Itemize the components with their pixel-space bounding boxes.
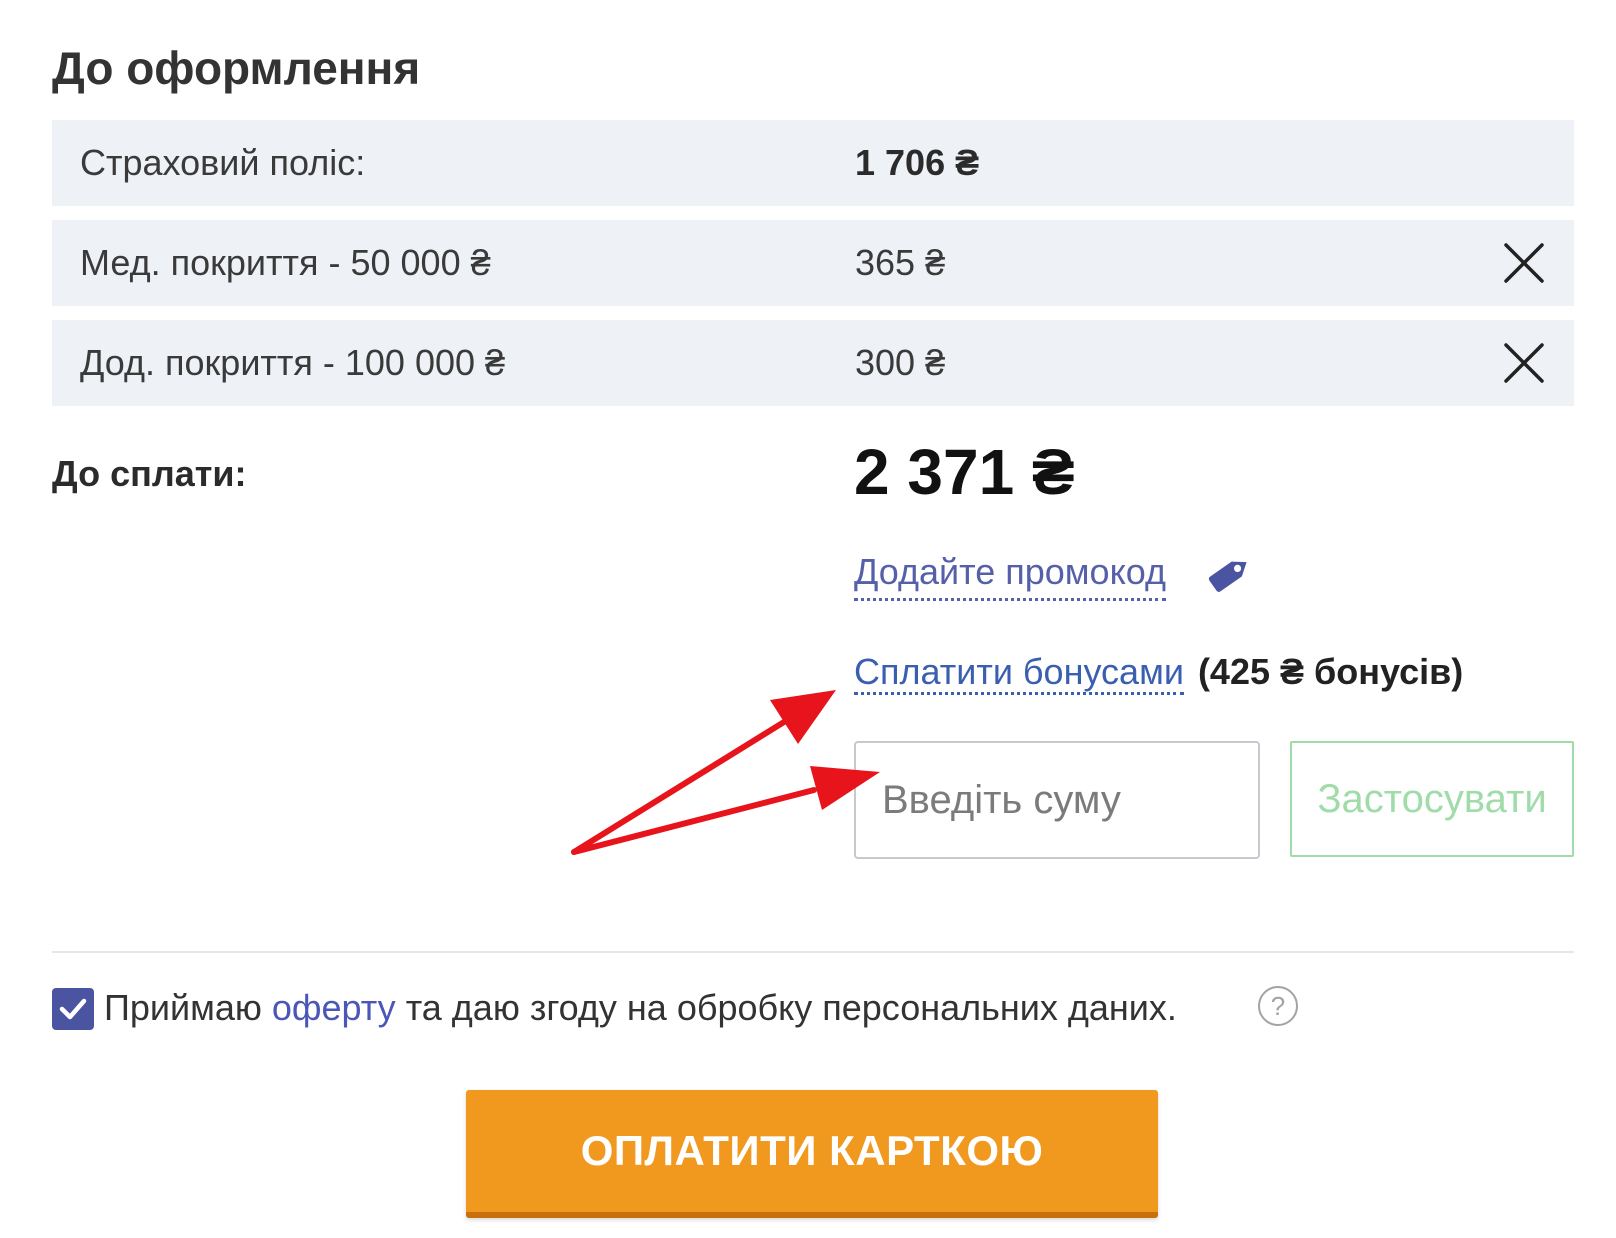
divider (52, 951, 1574, 953)
offer-link[interactable]: оферту (272, 987, 396, 1028)
line-item-value: 300 ₴ (855, 342, 946, 383)
line-item-label: Дод. покриття - 100 000 ₴ (80, 342, 506, 383)
help-icon[interactable]: ? (1258, 986, 1298, 1026)
close-icon[interactable] (1502, 241, 1546, 285)
total-label: До сплати: (52, 453, 247, 494)
line-item-label: Страховий поліс: (80, 142, 366, 183)
bonus-amount-input[interactable] (854, 741, 1260, 859)
apply-button[interactable]: Застосувати (1290, 741, 1574, 857)
bonus-line: Сплатити бонусами (425 ₴ бонусів) (854, 646, 1463, 698)
arrow-to-bonus-link (571, 690, 836, 855)
line-item-value: 365 ₴ (855, 242, 946, 283)
consent-suffix: та даю згоду на обробку персональних дан… (395, 987, 1177, 1028)
arrow-to-amount-input (571, 766, 880, 855)
consent-prefix: Приймаю (104, 987, 272, 1028)
consent-checkbox[interactable] (52, 988, 94, 1030)
close-icon[interactable] (1502, 341, 1546, 385)
line-item-label: Мед. покриття - 50 000 ₴ (80, 242, 491, 283)
line-item-medical-coverage: Мед. покриття - 50 000 ₴ 365 ₴ (52, 220, 1574, 306)
consent-text: Приймаю оферту та даю згоду на обробку п… (104, 982, 1177, 1034)
total-value: 2 371 ₴ (854, 436, 1075, 508)
bonus-balance: (425 ₴ бонусів) (1197, 651, 1464, 692)
checkmark-icon (59, 998, 87, 1020)
line-item-policy: Страховий поліс: 1 706 ₴ (52, 120, 1574, 206)
pay-with-bonuses-link[interactable]: Сплатити бонусами (854, 651, 1184, 695)
line-item-additional-coverage: Дод. покриття - 100 000 ₴ 300 ₴ (52, 320, 1574, 406)
tag-icon[interactable] (1206, 548, 1256, 598)
line-item-value: 1 706 ₴ (855, 142, 980, 183)
page-title: До оформлення (52, 42, 421, 94)
add-promo-code-link[interactable]: Додайте промокод (854, 546, 1166, 601)
pay-by-card-button[interactable]: ОПЛАТИТИ КАРТКОЮ (466, 1090, 1158, 1218)
